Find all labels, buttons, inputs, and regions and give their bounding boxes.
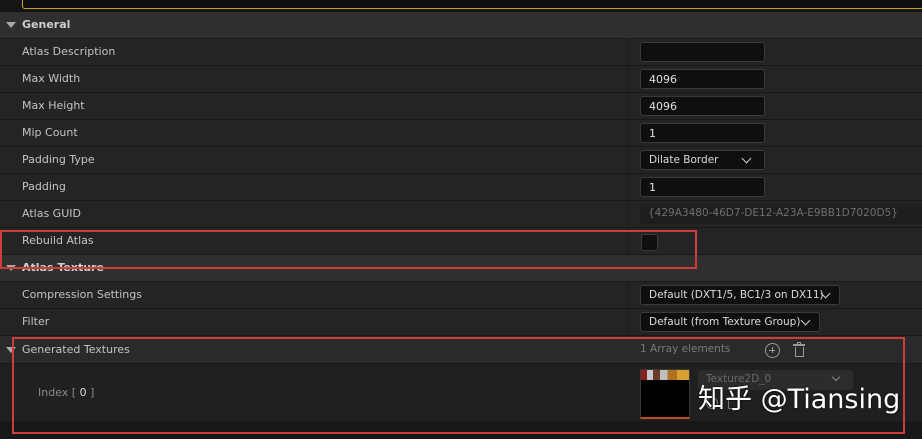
chevron-down-icon — [800, 315, 811, 326]
row-max-width: Max Width 4096 — [0, 66, 922, 93]
category-atlas-texture[interactable]: Atlas Texture — [0, 255, 922, 282]
row-filter: Filter Default (from Texture Group) — [0, 309, 922, 336]
category-title: General — [22, 18, 71, 31]
panel-bottom — [0, 422, 922, 439]
mip-count-input[interactable]: 1 — [640, 123, 765, 143]
search-field[interactable] — [22, 0, 922, 9]
expand-arrow-icon[interactable] — [6, 347, 16, 353]
property-label: Compression Settings — [22, 288, 142, 301]
max-width-input[interactable]: 4096 — [640, 69, 765, 89]
row-max-height: Max Height 4096 — [0, 93, 922, 120]
property-label: Atlas Description — [22, 45, 116, 58]
property-label: Padding Type — [22, 153, 95, 166]
row-rebuild-atlas: Rebuild Atlas — [0, 228, 922, 255]
chevron-down-icon — [741, 153, 752, 164]
category-general[interactable]: General — [0, 12, 922, 39]
row-atlas-guid: Atlas GUID {429A3480-46D7-DE12-A23A-E9BB… — [0, 201, 922, 228]
row-padding-type: Padding Type Dilate Border — [0, 147, 922, 174]
property-label: Padding — [22, 180, 66, 193]
row-padding: Padding 1 — [0, 174, 922, 201]
filter-dropdown[interactable]: Default (from Texture Group) — [640, 312, 820, 332]
add-element-icon[interactable] — [765, 343, 780, 358]
column-divider[interactable] — [627, 93, 628, 119]
property-label: Mip Count — [22, 126, 78, 139]
element-index: 0 — [79, 386, 87, 399]
column-divider[interactable] — [627, 309, 628, 335]
search-bar-area — [0, 0, 922, 12]
rebuild-atlas-checkbox[interactable] — [641, 234, 658, 251]
property-label: Max Height — [22, 99, 85, 112]
array-count: 1 Array elements — [640, 343, 731, 355]
expand-arrow-icon[interactable] — [6, 265, 16, 271]
texture-thumbnail[interactable] — [640, 369, 690, 419]
column-divider[interactable] — [627, 66, 628, 92]
row-atlas-description: Atlas Description — [0, 39, 922, 66]
padding-input[interactable]: 1 — [640, 177, 765, 197]
atlas-guid-value: {429A3480-46D7-DE12-A23A-E9BB1D7020D5} — [640, 204, 922, 224]
column-divider[interactable] — [627, 147, 628, 173]
element-index-label: Index [ 0 ] — [38, 386, 95, 399]
property-label: Generated Textures — [22, 343, 130, 356]
trash-icon[interactable] — [793, 342, 805, 358]
dropdown-value: Default (DXT1/5, BC1/3 on DX11) — [649, 289, 824, 301]
max-height-input[interactable]: 4096 — [640, 96, 765, 116]
property-label: Max Width — [22, 72, 81, 85]
watermark-text: 知乎 @Tiansing — [698, 384, 901, 415]
expand-arrow-icon[interactable] — [6, 22, 16, 28]
category-title: Atlas Texture — [22, 261, 104, 274]
column-divider[interactable] — [627, 174, 628, 200]
property-label: Rebuild Atlas — [22, 234, 94, 247]
dropdown-value: Dilate Border — [649, 154, 719, 166]
atlas-description-input[interactable] — [640, 42, 765, 62]
padding-type-dropdown[interactable]: Dilate Border — [640, 150, 765, 170]
dropdown-value: Default (from Texture Group) — [649, 316, 801, 328]
column-divider[interactable] — [627, 39, 628, 65]
row-compression-settings: Compression Settings Default (DXT1/5, BC… — [0, 282, 922, 309]
column-divider[interactable] — [627, 282, 628, 308]
column-divider[interactable] — [627, 201, 628, 227]
property-label: Atlas GUID — [22, 207, 81, 220]
property-label: Filter — [22, 315, 50, 328]
generated-textures-header[interactable]: Generated Textures 1 Array elements — [0, 336, 922, 364]
row-mip-count: Mip Count 1 — [0, 120, 922, 147]
column-divider[interactable] — [627, 228, 628, 254]
column-divider[interactable] — [627, 120, 628, 146]
compression-settings-dropdown[interactable]: Default (DXT1/5, BC1/3 on DX11) — [640, 285, 840, 305]
